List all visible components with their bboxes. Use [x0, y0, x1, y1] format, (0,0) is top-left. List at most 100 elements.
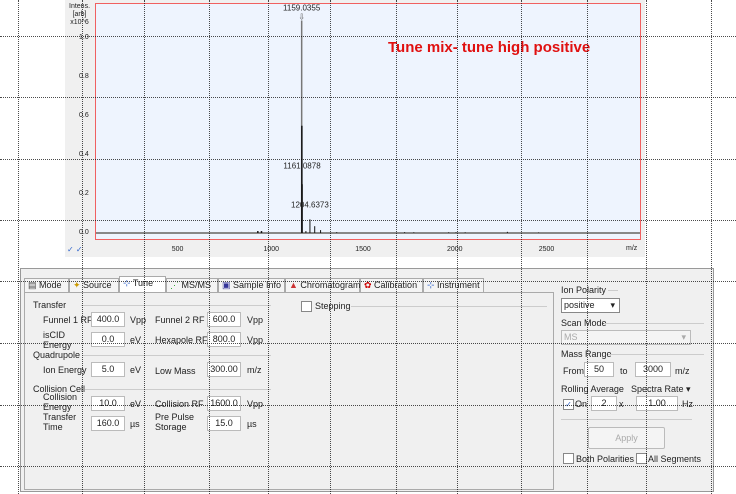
guide-line	[0, 97, 736, 98]
y-tick-label: 0.6	[79, 112, 89, 119]
guide-line	[0, 159, 736, 160]
guide-line	[18, 0, 19, 494]
spectra-rate-dropdown[interactable]: Spectra Rate ▾	[631, 384, 691, 394]
y-label-line: Intens.	[69, 3, 91, 10]
both-polarities-label: Both Polarities	[576, 454, 635, 464]
checkmark-icons[interactable]: ✓ ✓	[67, 245, 83, 254]
all-segments-label: All Segments	[648, 454, 702, 464]
guide-line	[0, 220, 736, 221]
transfer-time-label: Transfer Time	[43, 412, 77, 432]
guide-line	[209, 0, 210, 494]
y-tick-label: 1.0	[79, 34, 89, 41]
polarity-select[interactable]: positive ▾	[561, 298, 620, 313]
stepping-checkbox[interactable]	[301, 301, 312, 312]
peak-label: 1204.6373	[291, 201, 329, 210]
tab-label: Tune	[132, 278, 154, 288]
unit: eV	[130, 365, 142, 375]
y-tick-label: 0.2	[79, 190, 89, 197]
x-unit: m/z	[626, 245, 638, 252]
y-label-line: x10^6	[70, 19, 89, 26]
unit: eV	[130, 399, 142, 409]
unit: µs	[247, 419, 257, 429]
transfer-heading: Transfer	[33, 300, 67, 310]
y-axis-label: Intens. [arb] x10^6	[69, 3, 90, 27]
dropdown-arrow-icon: ▾	[610, 300, 615, 310]
x-tick-label: 2000	[447, 246, 463, 253]
collision-energy-input[interactable]: 10.0	[91, 396, 125, 411]
scan-mode-label: Scan Mode	[561, 318, 607, 328]
transfer-time-input[interactable]: 160.0	[91, 416, 125, 431]
to-input[interactable]: 3000	[635, 362, 671, 377]
low-mass-label: Low Mass	[155, 366, 196, 376]
hexapole-input[interactable]: 800.0	[207, 332, 241, 347]
prepulse-input[interactable]: 15.0	[207, 416, 241, 431]
unit: m/z	[247, 365, 262, 375]
unit: m/z	[675, 366, 690, 376]
quadrupole-heading: Quadrupole	[33, 350, 81, 360]
tab-icon: ⊹	[123, 278, 133, 288]
y-label-line: [arb]	[72, 11, 87, 18]
unit: Hz	[682, 399, 693, 409]
collision-energy-label: Collision Energy	[43, 392, 78, 412]
side-panel: Ion Polarity positive ▾ Scan Mode MS ▾ Mas…	[556, 269, 709, 489]
guide-line	[646, 0, 647, 494]
guide-line	[330, 0, 331, 494]
funnel1-input[interactable]: 400.0	[91, 312, 125, 327]
unit: µs	[130, 419, 140, 429]
from-label: From	[563, 366, 584, 376]
to-label: to	[620, 366, 628, 376]
prepulse-label: Pre Pulse Storage	[155, 412, 195, 432]
guide-line	[0, 281, 736, 282]
scan-mode-value: MS	[564, 332, 578, 342]
polarity-value: positive	[564, 300, 595, 310]
annotation: Tune mix- tune high positive	[388, 39, 591, 56]
spectrum-chart: Intens. [arb] x10^6 1159.0355 1161.0878 12…	[65, 0, 645, 257]
guide-line	[0, 405, 736, 406]
method-panel: ▤ Mode ✦ Source ⊹ Tune ⋰ MS/MS ▣ Sample Info…	[20, 268, 714, 492]
x-tick-label: 1500	[355, 246, 371, 253]
unit: Vpp	[247, 315, 264, 325]
guide-line	[268, 0, 269, 494]
both-polarities-checkbox[interactable]	[563, 453, 574, 464]
x-tick-label: 2500	[538, 246, 555, 253]
rate-input[interactable]: 1.00	[636, 396, 678, 411]
guide-line	[0, 466, 736, 467]
collision-rf-input[interactable]: 1600.0	[207, 396, 241, 411]
rolling-average-label: Rolling Average	[561, 384, 624, 394]
rolling-count-input[interactable]: 2	[591, 396, 617, 411]
y-tick-label: 0.8	[79, 73, 89, 80]
collision-rf-label: Collision RF	[155, 399, 204, 409]
peak-marker-icon: ⇩	[298, 12, 305, 21]
guide-line	[0, 36, 736, 37]
on-label: On	[575, 399, 588, 409]
guide-line	[711, 0, 712, 494]
guide-line	[82, 0, 83, 494]
x-label: x	[619, 399, 624, 409]
ion-energy-input[interactable]: 5.0	[91, 362, 125, 377]
low-mass-input[interactable]: 300.00	[207, 362, 241, 377]
funnel2-label: Funnel 2 RF	[155, 315, 205, 325]
y-tick-label: 0.0	[79, 229, 89, 236]
guide-line	[144, 0, 145, 494]
funnel2-input[interactable]: 600.0	[207, 312, 241, 327]
iscid-input[interactable]: 0.0	[91, 332, 125, 347]
funnel1-label: Funnel 1 RF	[43, 315, 93, 325]
from-input[interactable]: 50	[584, 362, 614, 377]
plot-area[interactable]: 1159.0355 1161.0878 1204.6373 ⇩ Tune mix- t…	[95, 3, 641, 240]
x-tick-label: 1000	[263, 246, 280, 253]
guide-line	[396, 0, 397, 494]
tune-tab-content: Transfer Funnel 1 RF 400.0 Vpp Funnel 2 …	[24, 292, 554, 490]
stepping-label: Stepping	[315, 301, 351, 311]
peak-label: 1159.0355	[283, 4, 321, 12]
apply-button[interactable]: Apply	[588, 427, 665, 449]
ion-energy-label: Ion Energy	[43, 365, 87, 375]
guide-line	[0, 343, 736, 344]
guide-line	[587, 0, 588, 494]
guide-line	[457, 0, 458, 494]
ion-polarity-label: Ion Polarity	[561, 285, 607, 295]
spectra-rate-label: Spectra Rate	[631, 384, 684, 394]
peak-label: 1161.0878	[283, 162, 321, 171]
guide-line	[521, 0, 522, 494]
x-tick-label: 500	[171, 246, 184, 253]
iscid-label: isCID Energy	[43, 330, 72, 350]
